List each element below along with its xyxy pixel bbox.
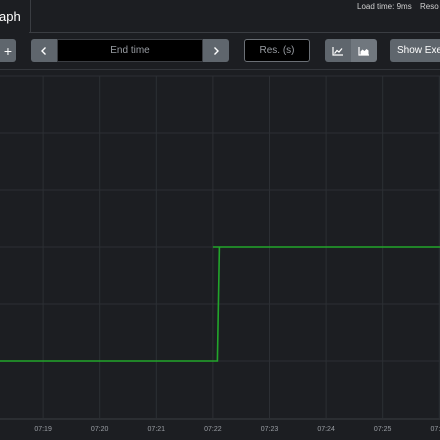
- x-tick-label: 07:19: [34, 426, 52, 433]
- x-tick-label: 07:20: [91, 426, 109, 433]
- x-tick-label: 07:26: [431, 426, 440, 433]
- x-tick-label: 07:24: [317, 426, 335, 433]
- prometheus-graph-panel: aph Load time: 9ms Reso + End time Res. …: [0, 0, 440, 440]
- x-axis: 07:19 07:20 07:21 07:22 07:23 07:24 07:25 07:26: [34, 426, 440, 433]
- x-tick-label: 07:22: [204, 426, 222, 433]
- x-tick-label: 07:23: [261, 426, 279, 433]
- x-tick-label: 07:21: [148, 426, 166, 433]
- x-tick-label: 07:25: [374, 426, 392, 433]
- time-series-graph: 07:19 07:20 07:21 07:22 07:23 07:24 07:25 07:26: [0, 75, 440, 433]
